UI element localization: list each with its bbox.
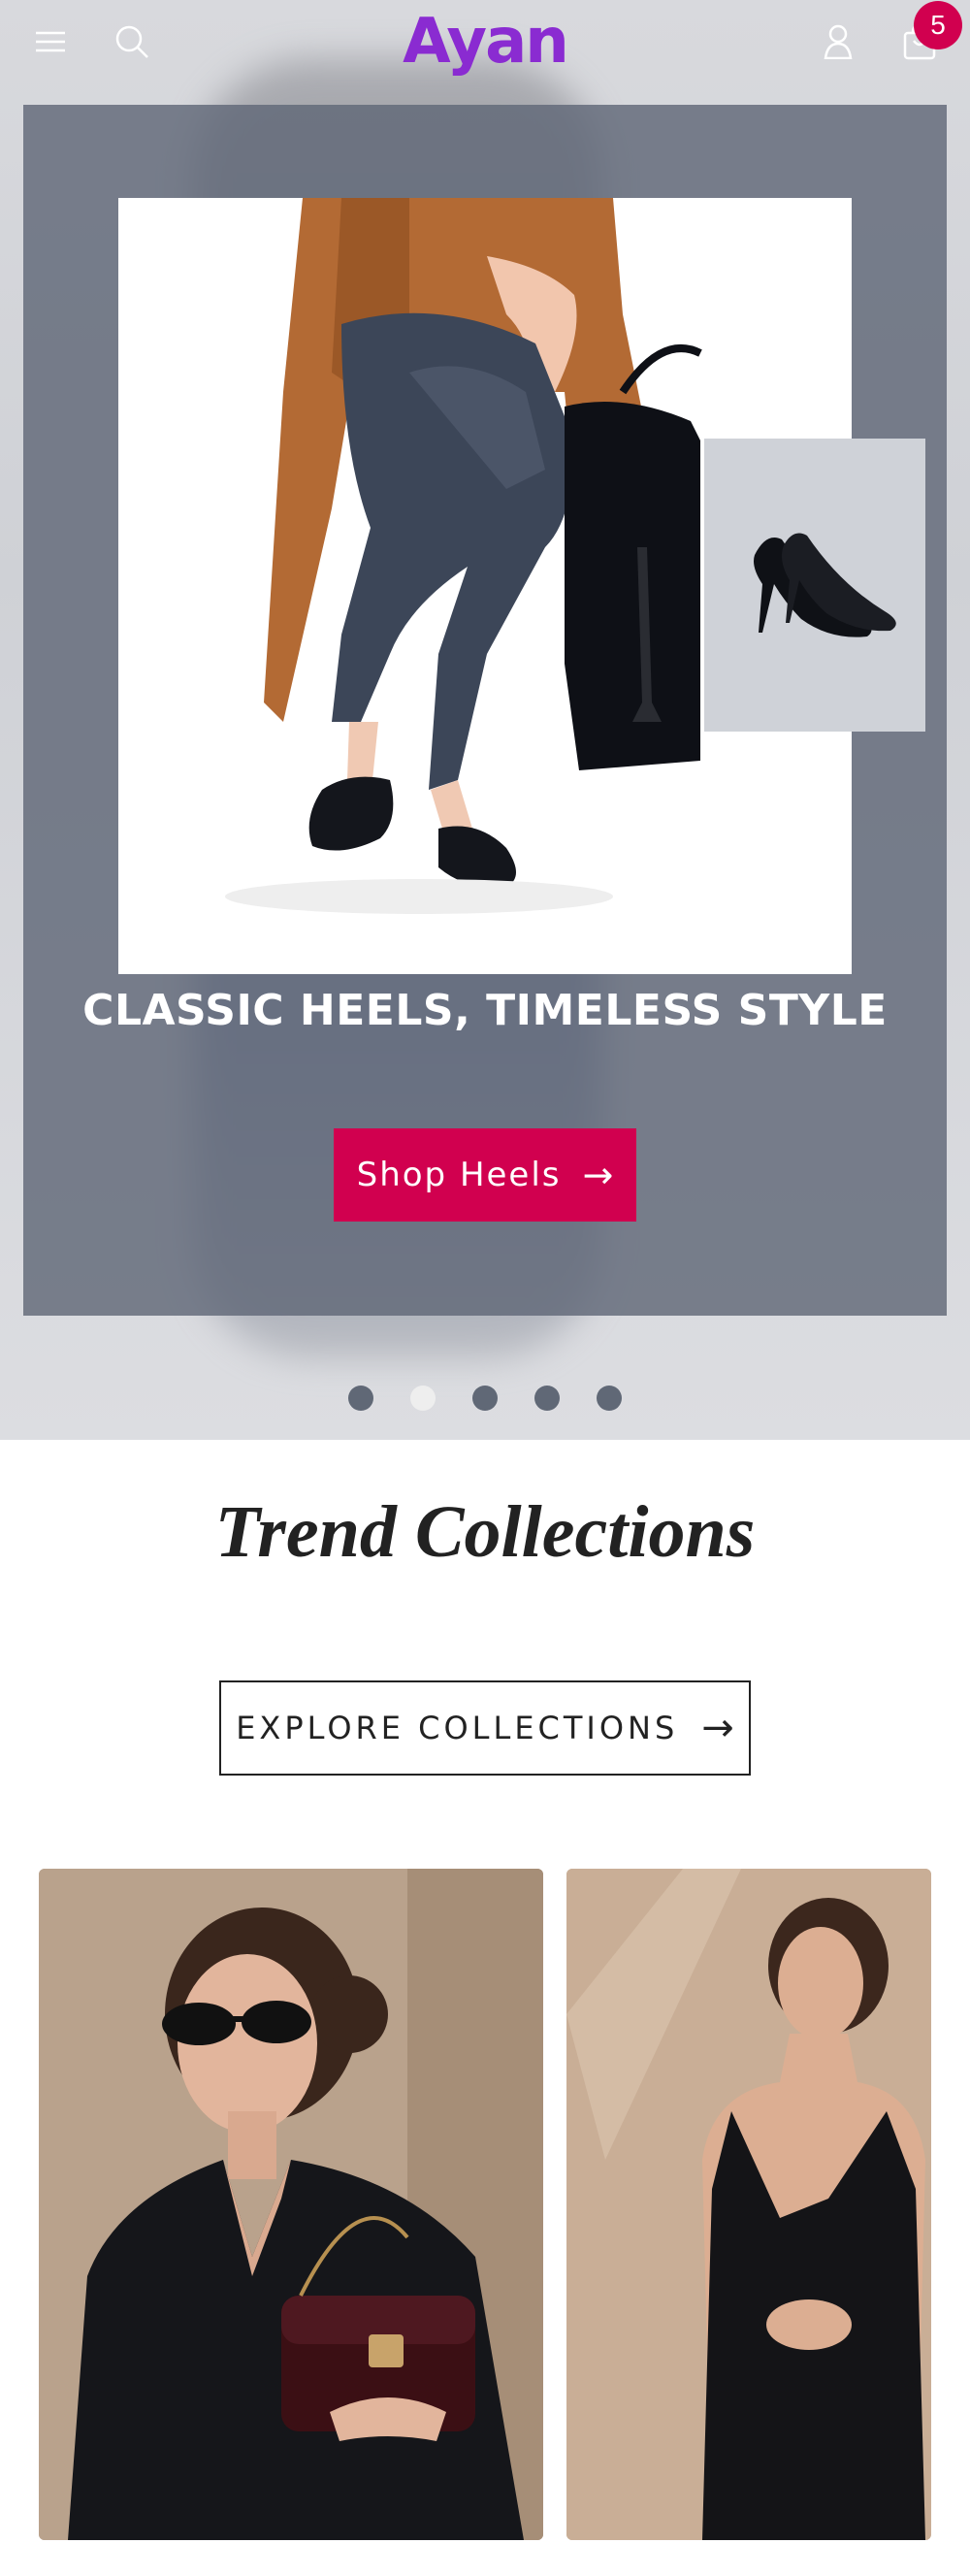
menu-icon[interactable] <box>29 20 72 63</box>
arrow-right-icon: → <box>582 1154 614 1196</box>
arrow-right-icon: → <box>701 1706 734 1750</box>
cart-icon[interactable]: 5 <box>898 1 962 63</box>
slider-dot-active[interactable] <box>410 1386 436 1411</box>
site-logo[interactable]: Ayan <box>403 6 569 78</box>
explore-collections-button[interactable]: EXPLORE COLLECTIONS → <box>219 1680 751 1776</box>
slider-dot[interactable] <box>472 1386 498 1411</box>
explore-collections-label: EXPLORE COLLECTIONS <box>236 1710 679 1746</box>
account-icon[interactable] <box>817 20 859 63</box>
hero-slider: CLASSIC HEELS, TIMELESS STYLE Shop Heels… <box>0 0 970 1440</box>
shop-heels-button[interactable]: Shop Heels → <box>334 1128 636 1222</box>
slider-dot[interactable] <box>597 1386 622 1411</box>
hero-heading: CLASSIC HEELS, TIMELESS STYLE <box>82 986 888 1035</box>
search-icon[interactable] <box>111 20 153 63</box>
section-title: Trend Collections <box>214 1491 756 1573</box>
hero-inset-shoe-image <box>704 439 925 732</box>
collection-card[interactable] <box>39 1869 543 2540</box>
slider-dot[interactable] <box>348 1386 373 1411</box>
collection-card[interactable] <box>566 1869 931 2540</box>
site-header: Ayan 5 <box>0 0 970 83</box>
slider-dot[interactable] <box>534 1386 560 1411</box>
cart-count-badge: 5 <box>914 1 962 49</box>
slider-pagination <box>0 1386 970 1411</box>
shop-heels-label: Shop Heels <box>356 1156 562 1194</box>
